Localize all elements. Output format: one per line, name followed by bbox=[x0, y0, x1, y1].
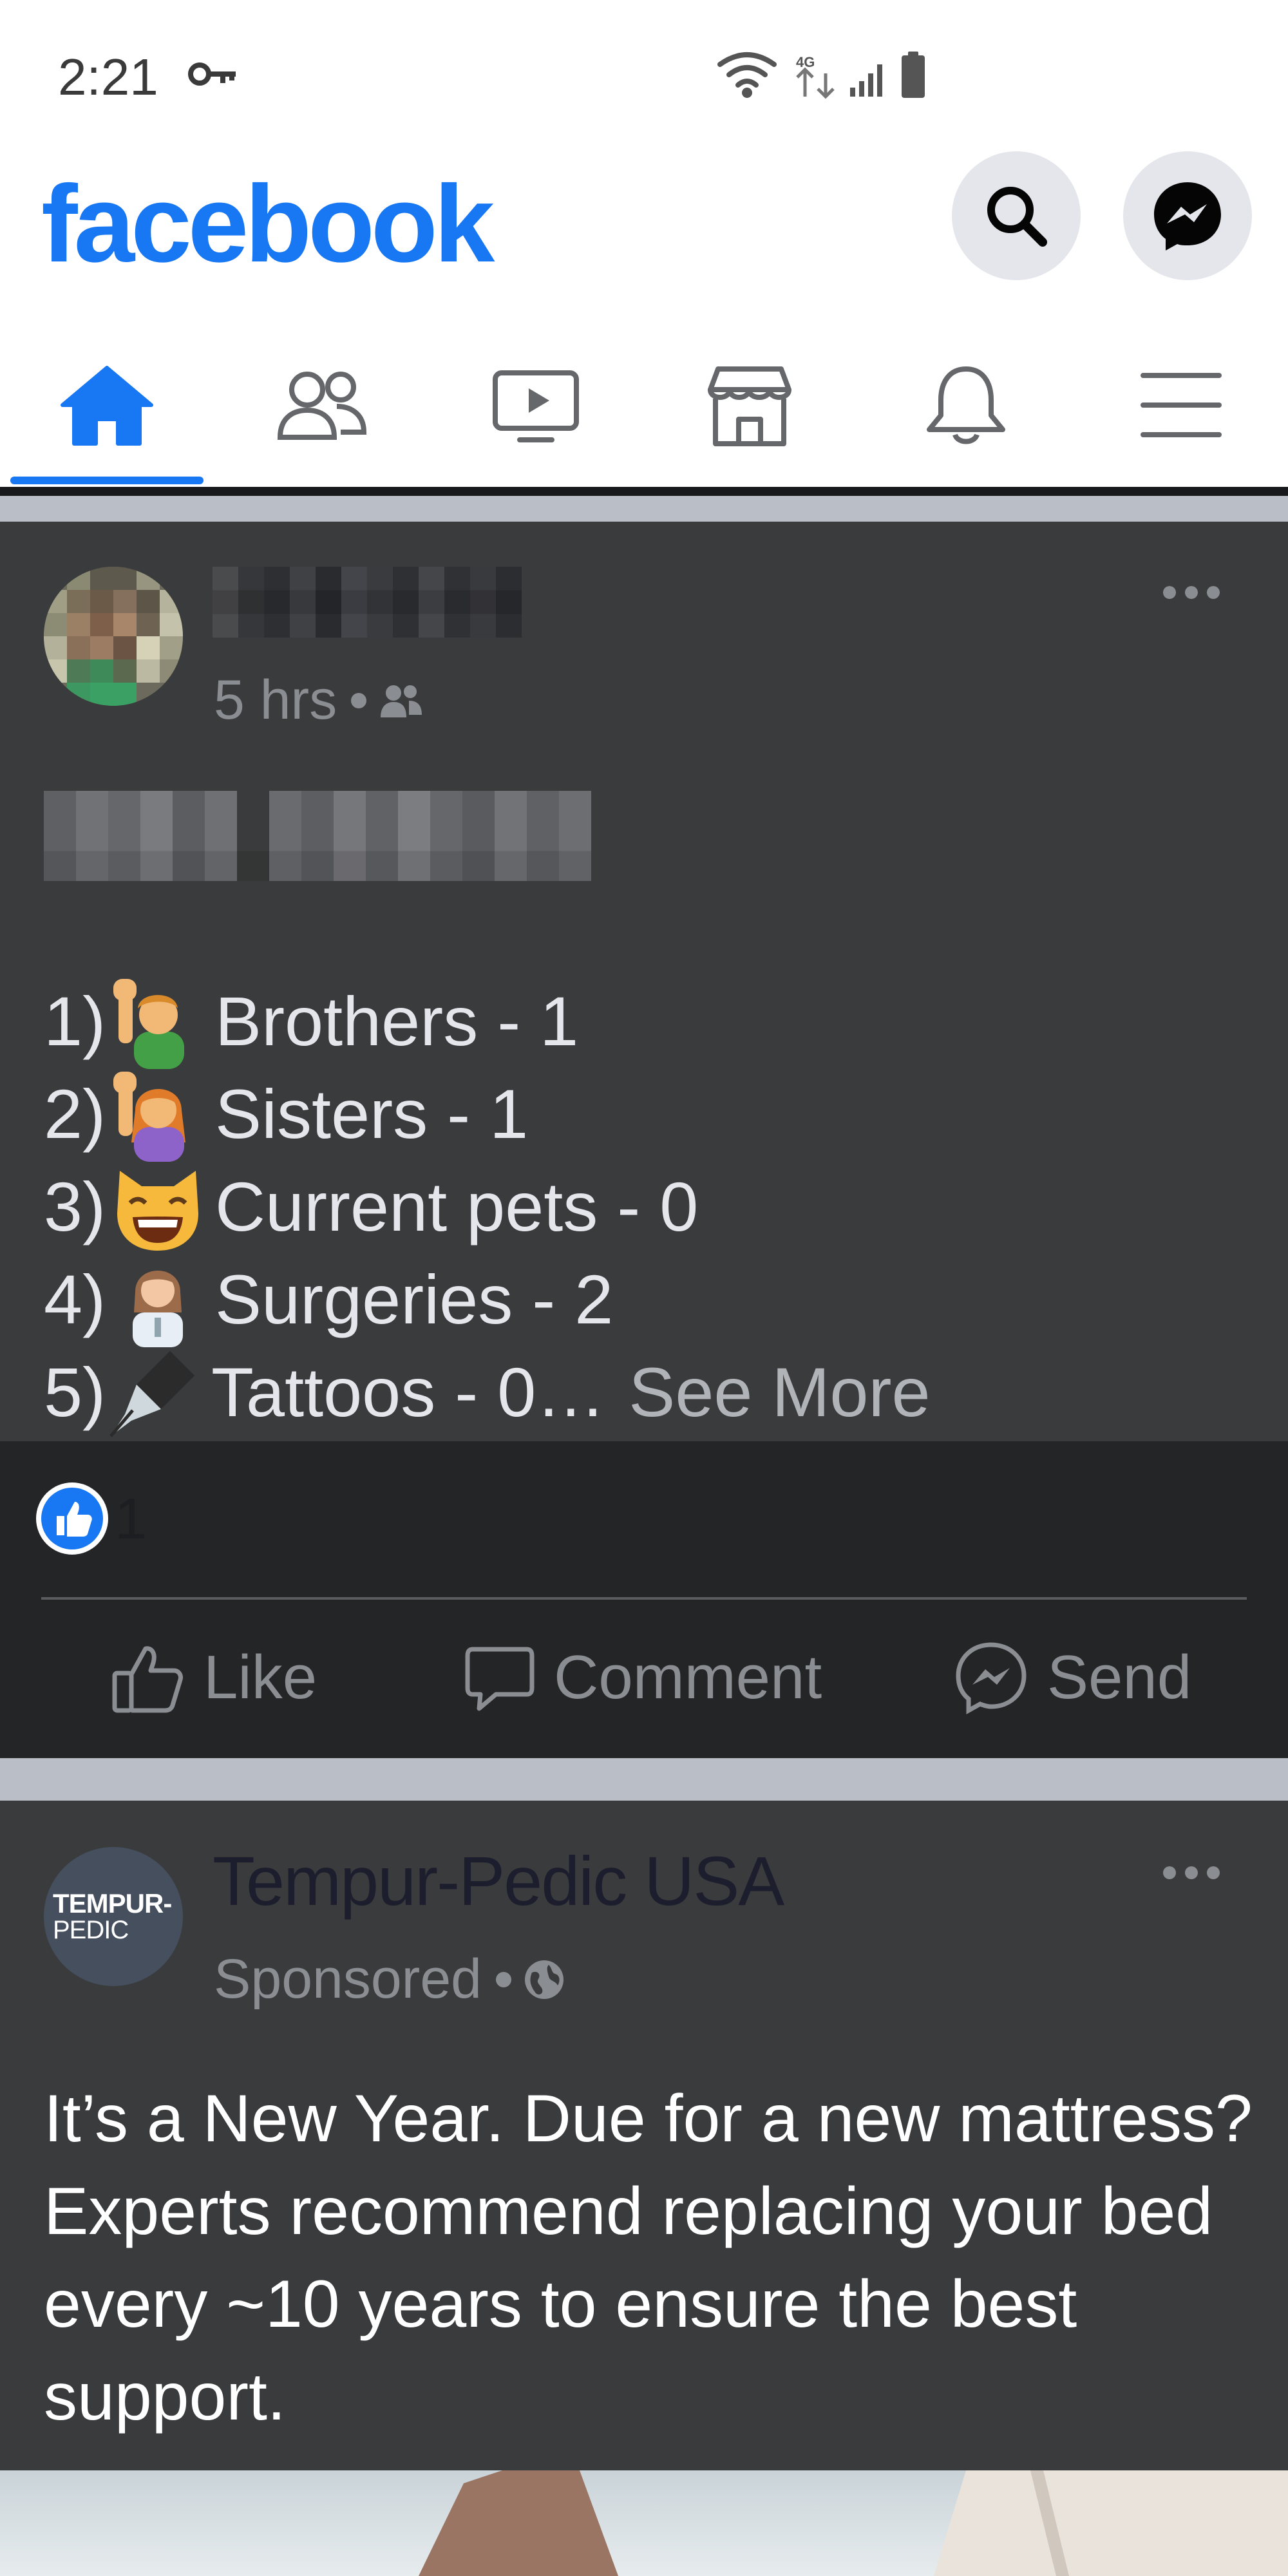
like-count[interactable]: 1 bbox=[115, 1486, 147, 1553]
list-number: 4) bbox=[44, 1260, 106, 1338]
active-tab-indicator bbox=[10, 477, 204, 484]
dot-separator bbox=[495, 1971, 511, 1987]
avatar-logo-text: PEDIC bbox=[53, 1916, 129, 1944]
list-text: Surgeries - 2 bbox=[215, 1260, 614, 1338]
search-icon bbox=[987, 187, 1047, 247]
author-name-redacted[interactable] bbox=[213, 567, 522, 638]
friends-icon bbox=[277, 372, 367, 440]
grinning-cat-emoji bbox=[117, 1171, 199, 1251]
status-icons: 4G bbox=[715, 45, 947, 103]
list-number: 3) bbox=[44, 1167, 106, 1245]
woman-raising-hand-emoji bbox=[113, 1072, 186, 1162]
tab-marketplace[interactable] bbox=[653, 341, 846, 470]
list-number: 2) bbox=[44, 1074, 106, 1153]
store-icon bbox=[708, 366, 791, 446]
wifi-icon bbox=[717, 52, 777, 98]
advertiser-name[interactable]: Tempur-Pedic USA bbox=[213, 1841, 784, 1921]
signal-icon bbox=[850, 64, 882, 97]
man-raising-hand-emoji bbox=[113, 979, 185, 1069]
feed-separator bbox=[0, 496, 1288, 522]
list-number: 5) bbox=[44, 1352, 106, 1431]
comment-label: Comment bbox=[554, 1643, 822, 1712]
post-body-text: It’s a New Year. Due for a new mattress?… bbox=[44, 2081, 1253, 2434]
video-icon bbox=[493, 370, 579, 442]
thumbs-up-icon bbox=[41, 1488, 103, 1549]
messenger-button[interactable] bbox=[1123, 151, 1252, 280]
sponsored-label[interactable]: Sponsored bbox=[214, 1947, 482, 2011]
tab-watch[interactable] bbox=[439, 341, 632, 470]
network-type-icon: 4G bbox=[796, 54, 835, 99]
list-item: 1) Brothers - 1 bbox=[44, 972, 578, 1069]
like-label: Like bbox=[204, 1643, 317, 1712]
globe-icon bbox=[524, 1960, 564, 1999]
friends-icon bbox=[381, 685, 422, 717]
post-timestamp[interactable]: 5 hrs bbox=[214, 668, 337, 732]
avatar-logo-text: TEMPUR- bbox=[53, 1888, 172, 1918]
tab-notifications[interactable] bbox=[869, 341, 1063, 470]
list-number: 1) bbox=[44, 981, 106, 1060]
send-label: Send bbox=[1047, 1643, 1192, 1712]
hamburger-icon bbox=[1141, 373, 1222, 437]
more-options-icon[interactable] bbox=[1159, 1860, 1224, 1886]
reaction-summary bbox=[0, 1441, 1288, 1600]
battery-icon bbox=[902, 52, 925, 98]
like-button[interactable]: Like bbox=[109, 1636, 317, 1719]
post-meta: 5 hrs bbox=[214, 668, 423, 732]
tab-menu[interactable] bbox=[1084, 341, 1278, 470]
see-more-link[interactable]: See More bbox=[629, 1352, 930, 1432]
list-item: 5) Tattoos - 0… See More bbox=[44, 1343, 931, 1440]
list-text: Brothers - 1 bbox=[215, 981, 579, 1060]
fountain-pen-emoji bbox=[109, 1351, 195, 1437]
send-button[interactable]: Send bbox=[953, 1636, 1191, 1719]
avatar[interactable] bbox=[44, 567, 183, 706]
status-time: 2:21 bbox=[58, 48, 158, 106]
list-item: 4) Surgeries - 2 bbox=[44, 1251, 613, 1347]
bell-icon bbox=[927, 366, 1005, 444]
tab-friends[interactable] bbox=[225, 341, 419, 470]
thumbs-up-outline-icon bbox=[112, 1646, 183, 1713]
home-icon bbox=[61, 366, 153, 446]
key-icon bbox=[188, 62, 236, 86]
feed-separator bbox=[0, 1758, 1288, 1801]
facebook-logo[interactable]: facebook bbox=[41, 161, 495, 287]
ad-image[interactable] bbox=[0, 2470, 1288, 2576]
advertiser-avatar[interactable]: TEMPUR- PEDIC bbox=[44, 1847, 183, 1986]
list-text: Current pets - 0 bbox=[215, 1167, 699, 1245]
list-text: Tattoos - 0… bbox=[211, 1352, 606, 1431]
dot-separator bbox=[351, 692, 367, 708]
list-item: 2) Sisters - 1 bbox=[44, 1065, 528, 1162]
more-options-icon[interactable] bbox=[1159, 580, 1224, 605]
comment-button[interactable]: Comment bbox=[464, 1636, 822, 1719]
messenger-outline-icon bbox=[956, 1642, 1027, 1714]
search-button[interactable] bbox=[952, 151, 1081, 280]
woman-health-worker-emoji bbox=[133, 1271, 184, 1347]
post-text-redacted bbox=[44, 791, 591, 881]
comment-icon bbox=[465, 1647, 535, 1711]
list-text: Sisters - 1 bbox=[215, 1074, 529, 1153]
post-meta: Sponsored bbox=[214, 1947, 565, 2011]
divider bbox=[0, 487, 1288, 496]
like-reaction-badge[interactable] bbox=[36, 1482, 108, 1555]
tab-home[interactable] bbox=[10, 341, 204, 470]
list-item: 3) Current pets - 0 bbox=[44, 1158, 698, 1255]
messenger-icon bbox=[1154, 182, 1221, 251]
